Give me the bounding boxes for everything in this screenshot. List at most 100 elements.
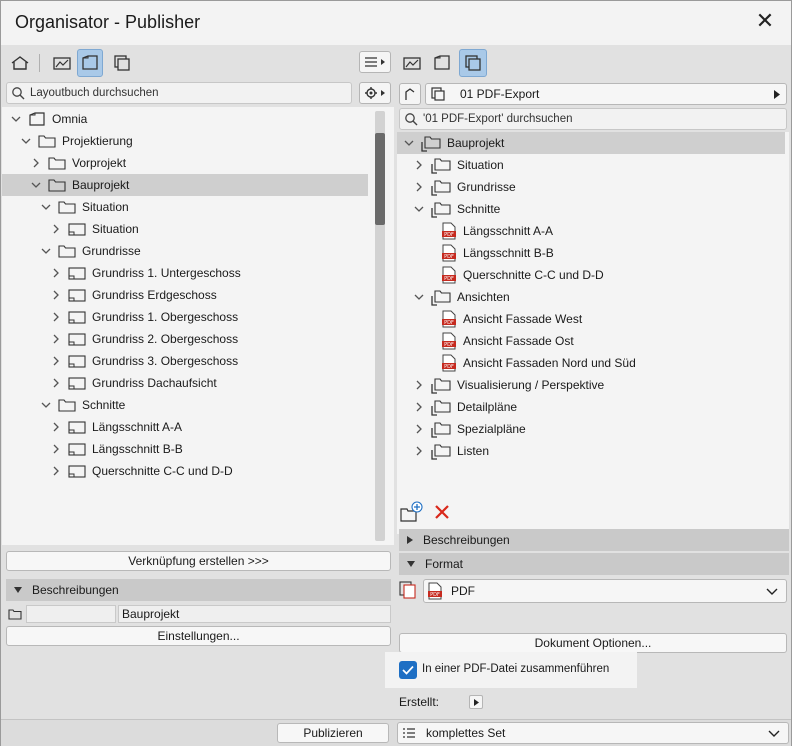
right-tree-item[interactable]: PDF Ansicht Fassade West xyxy=(397,308,789,330)
delete-button[interactable] xyxy=(433,503,455,523)
left-tree-item-label: Schnitte xyxy=(82,398,126,412)
right-tree-item[interactable]: Detailpläne xyxy=(397,396,789,418)
layout-book-button[interactable] xyxy=(77,49,103,77)
right-tree-item[interactable]: PDF Querschnitte C-C und D-D xyxy=(397,264,789,286)
created-info-button[interactable] xyxy=(469,695,483,709)
left-tree-item[interactable]: Grundriss Erdgeschoss xyxy=(2,284,394,306)
left-descriptions-header[interactable]: Beschreibungen xyxy=(6,579,391,601)
list-icon xyxy=(403,728,415,738)
right-tree-item-label: Detailpläne xyxy=(457,400,518,414)
left-tree-item[interactable]: Schnitte xyxy=(2,394,394,416)
right-descriptions-header[interactable]: Beschreibungen xyxy=(399,529,789,551)
close-button[interactable]: ✕ xyxy=(753,10,777,34)
right-tree-item[interactable]: Spezialpläne xyxy=(397,418,789,440)
publish-scope-select[interactable]: komplettes Set xyxy=(397,722,789,744)
chevron-right-icon[interactable] xyxy=(413,445,425,457)
chevron-right-icon[interactable] xyxy=(50,223,62,235)
create-link-button[interactable]: Verknüpfung erstellen >>> xyxy=(6,551,391,571)
right-tree-item[interactable]: Ansichten xyxy=(397,286,789,308)
triangle-right-icon xyxy=(407,536,413,544)
right-view-map-button[interactable] xyxy=(399,51,425,75)
chevron-down-icon[interactable] xyxy=(40,245,52,257)
chevron-down-icon[interactable] xyxy=(40,201,52,213)
left-tree-item[interactable]: Grundriss 2. Obergeschoss xyxy=(2,328,394,350)
left-tree-item[interactable]: Projektierung xyxy=(2,130,394,152)
chevron-right-icon[interactable] xyxy=(413,181,425,193)
left-tree-item[interactable]: Grundriss 1. Untergeschoss xyxy=(2,262,394,284)
left-tree-item[interactable]: Querschnitte C-C und D-D xyxy=(2,460,394,482)
left-tree-item[interactable]: Grundriss 1. Obergeschoss xyxy=(2,306,394,328)
right-tree-item[interactable]: Grundrisse xyxy=(397,176,789,198)
left-tree-scrollbar[interactable] xyxy=(375,111,385,541)
left-tree-item[interactable]: Situation xyxy=(2,196,394,218)
chevron-right-icon[interactable] xyxy=(50,355,62,367)
chevron-right-icon[interactable] xyxy=(413,401,425,413)
chevron-right-icon[interactable] xyxy=(50,311,62,323)
chevron-down-icon[interactable] xyxy=(20,135,32,147)
right-layout-book-button[interactable] xyxy=(429,51,455,75)
document-options-button[interactable]: Dokument Optionen... xyxy=(399,633,787,653)
left-tree-item-label: Grundrisse xyxy=(82,244,141,258)
chevron-right-icon[interactable] xyxy=(413,379,425,391)
chevron-right-icon[interactable] xyxy=(50,465,62,477)
chevron-right-icon[interactable] xyxy=(50,267,62,279)
right-tree-item[interactable]: PDF Ansicht Fassade Ost xyxy=(397,330,789,352)
chevron-down-icon[interactable] xyxy=(413,291,425,303)
chevron-down-icon[interactable] xyxy=(10,113,22,125)
chevron-right-icon[interactable] xyxy=(50,443,62,455)
left-tree-item[interactable]: Längsschnitt A-A xyxy=(2,416,394,438)
left-tree-item[interactable]: Omnia xyxy=(2,108,394,130)
project-map-button[interactable] xyxy=(7,51,33,75)
new-folder-button[interactable] xyxy=(399,501,425,523)
right-tree-item[interactable]: Visualisierung / Perspektive xyxy=(397,374,789,396)
publisher-set-select[interactable]: 01 PDF-Export xyxy=(425,83,787,105)
merge-pdf-checkbox[interactable] xyxy=(399,661,417,679)
chevron-right-icon[interactable] xyxy=(413,159,425,171)
chevron-right-icon[interactable] xyxy=(50,289,62,301)
left-tree-item[interactable]: Vorprojekt xyxy=(2,152,394,174)
set-up-button[interactable] xyxy=(399,83,421,105)
chevron-right-icon[interactable] xyxy=(50,377,62,389)
right-tree-item[interactable]: Listen xyxy=(397,440,789,462)
publish-folder-icon xyxy=(431,376,451,394)
chevron-right-icon[interactable] xyxy=(50,421,62,433)
view-map-button[interactable] xyxy=(49,51,75,75)
left-tree-item-label: Bauprojekt xyxy=(72,178,130,192)
right-tree-item[interactable]: Situation xyxy=(397,154,789,176)
description-key-field[interactable] xyxy=(26,605,116,623)
left-tree-item[interactable]: Bauprojekt xyxy=(2,174,368,196)
chevron-down-icon[interactable] xyxy=(403,137,415,149)
chevron-down-icon[interactable] xyxy=(40,399,52,411)
chevron-right-icon[interactable] xyxy=(413,423,425,435)
left-menu-button[interactable] xyxy=(359,51,391,73)
left-tree-scroll-thumb[interactable] xyxy=(375,133,385,225)
left-tree-item[interactable]: Situation xyxy=(2,218,394,240)
left-tree-item[interactable]: Grundriss Dachaufsicht xyxy=(2,372,394,394)
folder-icon xyxy=(48,178,66,192)
left-tree-item[interactable]: Längsschnitt B-B xyxy=(2,438,394,460)
chevron-down-icon[interactable] xyxy=(413,203,425,215)
chevron-right-icon[interactable] xyxy=(50,333,62,345)
right-publisher-sets-button[interactable] xyxy=(459,49,487,77)
right-tree-item[interactable]: PDF Längsschnitt B-B xyxy=(397,242,789,264)
chevron-right-icon[interactable] xyxy=(30,157,42,169)
description-value-field[interactable]: Bauprojekt xyxy=(118,605,391,623)
format-header[interactable]: Format xyxy=(399,553,789,575)
left-tree-item[interactable]: Grundrisse xyxy=(2,240,394,262)
right-tree-item-label: Situation xyxy=(457,158,504,172)
left-tree-item[interactable]: Grundriss 3. Obergeschoss xyxy=(2,350,394,372)
right-tree-item[interactable]: Schnitte xyxy=(397,198,789,220)
publisher-sets-button[interactable] xyxy=(109,51,135,75)
right-tree-item[interactable]: PDF Längsschnitt A-A xyxy=(397,220,789,242)
right-tree-item[interactable]: PDF Ansicht Fassaden Nord und Süd xyxy=(397,352,789,374)
left-search-field[interactable]: Layoutbuch durchsuchen xyxy=(6,82,352,104)
left-settings-menu-button[interactable] xyxy=(359,82,391,104)
right-tree-item[interactable]: Bauprojekt xyxy=(397,132,785,154)
settings-button[interactable]: Einstellungen... xyxy=(6,626,391,646)
publisher-window: Organisator - Publisher ✕ Layoutbuch dur… xyxy=(0,0,792,746)
chevron-down-icon[interactable] xyxy=(30,179,42,191)
publish-button[interactable]: Publizieren xyxy=(277,723,389,743)
format-select[interactable]: PDF PDF xyxy=(423,579,787,603)
right-search-field[interactable]: '01 PDF-Export' durchsuchen xyxy=(399,108,787,130)
